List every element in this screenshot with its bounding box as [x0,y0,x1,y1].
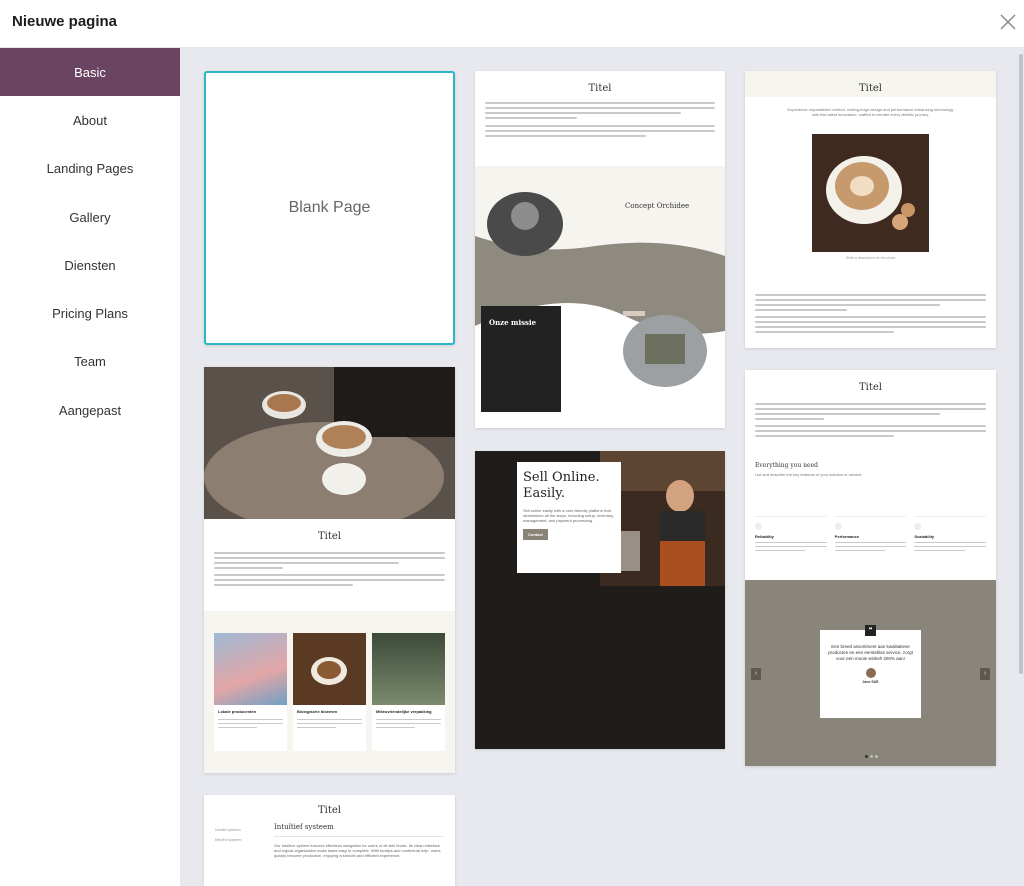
feature-columns: Reliability Performance Scalability [755,516,987,576]
feature-icon [914,523,922,530]
sidebar-item-label: Team [74,354,106,370]
feature-icon [834,523,842,530]
template-category-sidebar: Basic About Landing Pages Gallery Dienst… [0,48,180,886]
product-label: Milieuvriendelijke verpakking [376,709,432,714]
system-heading: Intuïtief systeem [274,823,334,831]
system-divider [274,836,444,837]
text-placeholder [214,714,287,733]
scrollbar[interactable] [1018,48,1024,886]
dialog-header: Nieuwe pagina [0,0,1024,48]
dialog-title: Nieuwe pagina [12,13,118,30]
sidebar-item-about[interactable]: About [0,96,180,144]
template-card-concept[interactable]: Titel Concept Orchidee Onze missie [475,71,725,428]
feature-column: Reliability [755,516,827,576]
feature-title: Performance [834,534,860,539]
coffee-tagline: Experience unparalleled comfort, cutting… [787,107,954,117]
sidebar-item-label: Gallery [69,209,111,225]
feature-title: Reliability [755,534,774,539]
product-image [293,633,366,705]
card-header: Titel [745,71,996,97]
template-title: Titel [858,83,882,94]
avatar [865,668,876,678]
sidebar-item-basic[interactable]: Basic [0,48,180,97]
testimonial-author: Jane SUE [862,680,879,684]
sidebar-item-team[interactable]: Team [0,338,180,386]
text-placeholder [293,714,366,733]
testimonial-text: Een breed assortiment aan kwalitatieve p… [828,644,913,661]
sidebar-item-label: About [73,112,107,128]
concept-section: Concept Orchidee Onze missie [475,166,725,428]
product-card: Biologische bloemen [293,633,366,751]
sell-heading-line1: Sell Online. [523,470,600,485]
template-card-coffee[interactable]: Titel Experience unparalleled comfort, c… [745,71,996,348]
sidebar-item-label: Landing Pages [46,161,134,177]
carousel-next-icon: › [980,668,990,680]
text-placeholder [745,403,996,437]
template-title: Titel [317,531,341,542]
mission-title: Onze missie [489,318,537,327]
coffee-cup-illustration [826,156,915,230]
concept-heading: Concept Orchidee [625,202,690,210]
carousel-prev-icon: ‹ [751,668,761,680]
testimonial-section: ‹ › ❝ Een breed assortiment aan kwalitat… [745,580,996,766]
text-placeholder [914,542,987,551]
quote-icon: ❝ [865,625,876,636]
photo-caption: Write a description for the photo [845,256,896,260]
template-title: Titel [317,805,341,816]
product-row: Lokale producenten Biologische bloemen M… [204,611,455,773]
product-label: Biologische bloemen [297,709,338,714]
sell-box: Sell Online. Easily. Sell online easily … [517,462,621,573]
text-placeholder [475,102,725,137]
feature-title: Scalability [914,534,935,539]
sidebar-item-label: Pricing Plans [52,306,128,322]
text-placeholder [745,291,996,336]
template-card-system[interactable]: Titel Intuïtief systeem Efficiënt systee… [204,795,455,886]
sell-body: Sell online easily with a user-friendly … [523,508,615,523]
scrollbar-thumb[interactable] [1019,54,1023,674]
template-card-sell-online[interactable]: Sell Online. Easily. Sell online easily … [475,451,725,749]
sidebar-item-diensten[interactable]: Diensten [0,241,180,289]
template-grid: Blank Page Titel Concept Orchidee Onze m… [180,48,1024,886]
blank-page-label: Blank Page [288,199,371,216]
product-image [214,633,287,705]
hero-photo [204,367,455,532]
system-side-1: Intuïtief systeem [215,828,241,832]
text-placeholder [204,552,455,586]
sidebar-item-label: Diensten [64,257,116,273]
template-title: Titel [858,382,882,393]
template-card-products[interactable]: Titel Lokale producenten Biologische blo… [204,367,455,773]
template-title: Titel [588,83,612,94]
sidebar-item-gallery[interactable]: Gallery [0,193,180,241]
feature-column: Performance [834,516,907,576]
sidebar-item-landing-pages[interactable]: Landing Pages [0,145,180,193]
product-card: Lokale producenten [214,633,287,751]
close-icon[interactable] [996,10,1020,34]
template-card-blank-page[interactable]: Blank Page [204,71,455,345]
text-placeholder [834,542,907,551]
product-card: Milieuvriendelijke verpakking [372,633,445,751]
sell-heading-line2: Easily. [523,486,565,501]
features-subheading: List and describe the key features of yo… [755,472,863,477]
template-card-features[interactable]: Titel Everything you need List and descr… [745,370,996,766]
features-heading: Everything you need [755,462,818,469]
sidebar-item-label: Aangepast [58,402,122,418]
sidebar-item-aangepast[interactable]: Aangepast [0,386,180,434]
coffee-photo [812,134,929,252]
feature-icon [755,523,762,530]
sidebar-item-pricing-plans[interactable]: Pricing Plans [0,289,180,337]
espresso-cups-illustration [204,367,455,532]
text-placeholder [755,542,827,551]
product-label: Lokale producenten [218,709,257,714]
text-placeholder [372,714,445,733]
sidebar-item-label: Basic [74,64,106,80]
product-image [372,633,445,705]
system-side-2: Efficiënt systeem [215,838,242,842]
system-body: Our intuitive system ensures effortless … [274,843,441,858]
feature-column: Scalability [914,516,987,576]
contact-button: Contact [523,529,548,540]
testimonial-card: ❝ Een breed assortiment aan kwalitatieve… [820,625,921,718]
carousel-dots [862,755,880,758]
